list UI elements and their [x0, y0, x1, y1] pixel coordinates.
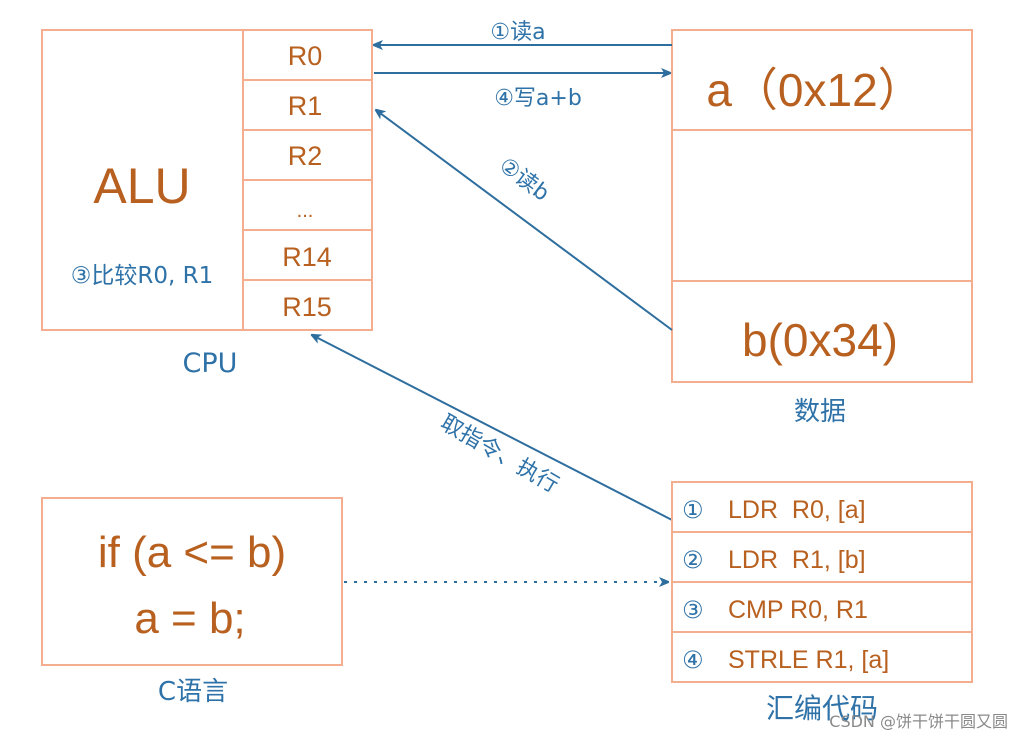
memory-b: b(0x34) — [742, 314, 898, 366]
asm-line: STRLE R1, [a] — [728, 646, 889, 674]
asm-line: LDR R0, [a] — [728, 496, 866, 524]
memory-label: 数据 — [794, 397, 846, 427]
read-b-label: ②读b — [494, 153, 554, 206]
register-label: ... — [297, 200, 314, 222]
asm-step-number: ③ — [682, 596, 704, 624]
register-label: R2 — [288, 141, 323, 171]
register-label: R1 — [288, 91, 323, 121]
memory-block: a（0x12） b(0x34) 数据 — [671, 29, 973, 427]
alu-label: ALU — [93, 158, 190, 214]
register-file: R0 R1 R2 ... R14 R15 — [242, 29, 373, 331]
asm-step-number: ② — [682, 546, 704, 574]
c-code-line: if (a <= b) — [98, 528, 286, 577]
watermark: CSDN @饼干饼干圆又圆 — [829, 712, 1008, 731]
register-label: R15 — [282, 292, 332, 322]
asm-block: ① LDR R0, [a] ② LDR R1, [b] ③ CMP R0, R1… — [671, 481, 973, 725]
cpu-memory-diagram: ALU ③比较R0, R1 R0 R1 R2 ... R14 R15 CPU a… — [41, 20, 1008, 731]
fetch-execute-arrow — [312, 335, 673, 521]
cpu-label: CPU — [183, 348, 238, 379]
asm-step-number: ① — [682, 496, 704, 524]
asm-line: CMP R0, R1 — [728, 596, 868, 624]
c-code-label: C语言 — [158, 677, 228, 707]
alu-note: ③比较R0, R1 — [71, 263, 213, 289]
asm-step-number: ④ — [682, 646, 704, 674]
memory-a: a（0x12） — [706, 64, 923, 116]
register-label: R0 — [288, 41, 323, 71]
c-code-line: a = b; — [134, 594, 245, 643]
c-code-block: if (a <= b) a = b; C语言 — [41, 497, 343, 707]
read-a-label: ①读a — [490, 20, 545, 45]
register-label: R14 — [282, 242, 332, 272]
write-ab-label: ④写a+b — [494, 86, 582, 111]
cpu-block: ALU ③比较R0, R1 R0 R1 R2 ... R14 R15 CPU — [41, 29, 373, 379]
read-b-arrow — [376, 110, 673, 331]
asm-line: LDR R1, [b] — [728, 546, 866, 574]
